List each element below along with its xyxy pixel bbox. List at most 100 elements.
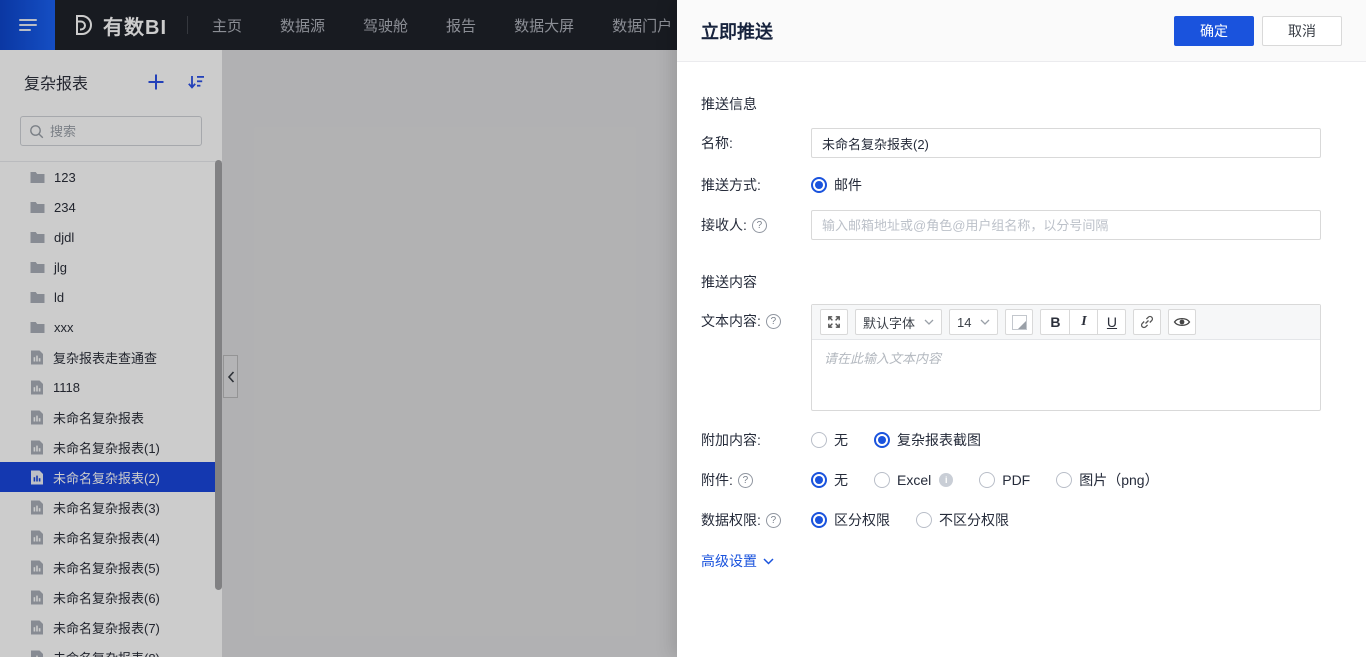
attachment-label: 附件:	[701, 470, 811, 490]
font-size-select[interactable]: 14	[949, 309, 998, 335]
sidebar-report-item[interactable]: 未命名复杂报表(2)	[0, 462, 215, 492]
sidebar-item-label: 未命名复杂报表(8)	[53, 648, 160, 657]
underline-button[interactable]: U	[1097, 310, 1125, 334]
scrollbar-thumb[interactable]	[215, 160, 222, 590]
sidebar-header: 复杂报表	[0, 50, 222, 94]
sidebar-report-item[interactable]: 未命名复杂报表(5)	[0, 552, 215, 582]
sidebar-folder-item[interactable]: ld	[0, 282, 215, 312]
nav-item[interactable]: 数据源	[280, 15, 325, 36]
radio-option-label: PDF	[1002, 472, 1030, 488]
editor-text-area[interactable]: 请在此输入文本内容	[812, 340, 1320, 410]
sidebar-item-label: xxx	[54, 320, 74, 335]
report-file-icon	[30, 470, 44, 485]
radio-option[interactable]: 区分权限	[811, 510, 890, 530]
attachment-options: 无 Excel PDF 图片（png）	[811, 470, 1185, 490]
chevron-down-icon	[924, 319, 934, 325]
attachment-row: 附件: 无 Excel PDF 图片（png）	[701, 465, 1342, 495]
drawer-header: 立即推送 确定 取消	[677, 0, 1366, 62]
sidebar-folder-item[interactable]: 234	[0, 192, 215, 222]
folder-icon	[30, 321, 45, 334]
sidebar-report-item[interactable]: 未命名复杂报表(3)	[0, 492, 215, 522]
radio-icon	[811, 512, 827, 528]
nav-item[interactable]: 主页	[212, 15, 242, 36]
help-icon[interactable]	[738, 473, 753, 488]
sidebar-item-label: 未命名复杂报表(4)	[53, 528, 160, 547]
help-icon[interactable]	[766, 314, 781, 329]
radio-icon	[979, 472, 995, 488]
nav-item[interactable]: 驾驶舱	[363, 15, 408, 36]
nav-item[interactable]: 数据门户	[612, 15, 672, 36]
help-icon[interactable]	[752, 218, 767, 233]
push-method-label: 推送方式:	[701, 175, 811, 195]
sidebar-folder-item[interactable]: xxx	[0, 312, 215, 342]
sidebar-scrollbar	[215, 158, 222, 657]
extra-content-row: 附加内容: 无 复杂报表截图	[701, 425, 1342, 455]
radio-icon	[811, 472, 827, 488]
sort-button[interactable]	[187, 74, 205, 90]
advanced-settings-link[interactable]: 高级设置	[701, 551, 774, 571]
sidebar-report-item[interactable]: 未命名复杂报表	[0, 402, 215, 432]
italic-button[interactable]: I	[1069, 310, 1097, 334]
sidebar-folder-item[interactable]: djdl	[0, 222, 215, 252]
radio-option-label: 图片（png）	[1079, 470, 1158, 490]
sidebar-item-label: 未命名复杂报表(3)	[53, 498, 160, 517]
nav-item[interactable]: 报告	[446, 15, 476, 36]
folder-icon	[30, 231, 45, 244]
bold-button[interactable]: B	[1041, 310, 1069, 334]
font-color-button[interactable]	[1005, 309, 1033, 335]
sidebar-item-label: 未命名复杂报表(5)	[53, 558, 160, 577]
font-family-select[interactable]: 默认字体	[855, 309, 942, 335]
sidebar-report-item[interactable]: 未命名复杂报表(7)	[0, 612, 215, 642]
sidebar-report-item[interactable]: 未命名复杂报表(8)	[0, 642, 215, 657]
section-push-info: 推送信息	[701, 94, 1342, 114]
brand: 有数BI	[69, 11, 167, 40]
chevron-left-icon	[227, 371, 235, 383]
data-permission-row: 数据权限: 区分权限 不区分权限	[701, 505, 1342, 535]
sidebar-folder-item[interactable]: jlg	[0, 252, 215, 282]
sidebar-report-item[interactable]: 1118	[0, 372, 215, 402]
radio-option[interactable]: 不区分权限	[916, 510, 1009, 530]
radio-option[interactable]: 复杂报表截图	[874, 430, 981, 450]
report-file-icon	[30, 560, 44, 575]
help-icon[interactable]	[766, 513, 781, 528]
sidebar-item-label: 未命名复杂报表(1)	[53, 438, 160, 457]
name-label: 名称:	[701, 133, 811, 153]
sidebar-report-item[interactable]: 未命名复杂报表(6)	[0, 582, 215, 612]
info-icon[interactable]	[939, 473, 953, 487]
radio-icon	[874, 472, 890, 488]
add-report-button[interactable]	[147, 73, 165, 91]
radio-option[interactable]: Excel	[874, 472, 931, 488]
editor-toolbar: 默认字体 14 B I U	[812, 305, 1320, 340]
hamburger-menu-button[interactable]	[0, 0, 55, 50]
name-input[interactable]	[811, 128, 1321, 158]
search-icon	[29, 124, 44, 139]
radio-option-label: 无	[834, 430, 848, 450]
cancel-button[interactable]: 取消	[1262, 16, 1342, 46]
preview-button[interactable]	[1168, 309, 1196, 335]
sidebar-item-label: ld	[54, 290, 64, 305]
fullscreen-button[interactable]	[820, 309, 848, 335]
confirm-button[interactable]: 确定	[1174, 16, 1254, 46]
recipients-input[interactable]	[811, 210, 1321, 240]
extra-content-options: 无 复杂报表截图	[811, 430, 1007, 450]
sidebar-folder-item[interactable]: 123	[0, 162, 215, 192]
sidebar-item-label: 1118	[53, 380, 80, 395]
sidebar-collapse-button[interactable]	[223, 355, 238, 398]
recipients-label: 接收人:	[701, 215, 811, 235]
insert-link-button[interactable]	[1133, 309, 1161, 335]
sidebar-report-item[interactable]: 未命名复杂报表(4)	[0, 522, 215, 552]
radio-option-label: 不区分权限	[939, 510, 1009, 530]
radio-option[interactable]: 邮件	[811, 175, 862, 195]
radio-option[interactable]: 图片（png）	[1056, 470, 1158, 490]
nav-item[interactable]: 数据大屏	[514, 15, 574, 36]
radio-option[interactable]: PDF	[979, 472, 1030, 488]
radio-option-label: 邮件	[834, 175, 862, 195]
radio-icon	[874, 432, 890, 448]
sidebar-report-item[interactable]: 复杂报表走查通查	[0, 342, 215, 372]
radio-option[interactable]: 无	[811, 430, 848, 450]
search-input[interactable]	[50, 124, 193, 139]
sidebar-report-item[interactable]: 未命名复杂报表(1)	[0, 432, 215, 462]
radio-option[interactable]: 无	[811, 470, 848, 490]
report-file-icon	[30, 620, 44, 635]
folder-icon	[30, 171, 45, 184]
